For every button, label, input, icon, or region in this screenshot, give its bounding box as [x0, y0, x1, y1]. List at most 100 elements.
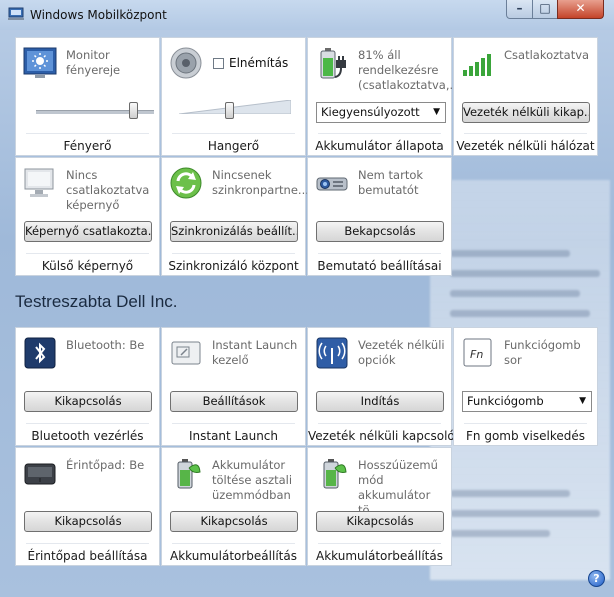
touchpad-icon	[24, 463, 56, 485]
presentation-desc: Nem tartok bemutatót	[358, 168, 424, 197]
tile-wireless-switch: Vezeték nélküli opciók Indítás Vezeték n…	[307, 327, 455, 446]
presentation-on-button[interactable]: Bekapcsolás	[316, 221, 444, 242]
touchpad-label: Érintőpad beállítása	[27, 549, 148, 563]
presentation-label: Bemutató beállításai	[317, 259, 442, 273]
wireless-label: Vezeték nélküli hálózat	[456, 139, 595, 153]
divider	[318, 543, 441, 544]
divider	[318, 253, 441, 254]
tile-brightness: Monitor fényereje Fényerő	[15, 37, 160, 156]
title-bar[interactable]: Windows Mobilközpont – □ ✕	[0, 0, 614, 30]
divider	[172, 543, 295, 544]
tile-long-life: Hosszúüzemű mód akkumulátor tö... Kikapc…	[307, 447, 452, 566]
tile-bluetooth: Bluetooth: Be Kikapcsolás Bluetooth vezé…	[15, 327, 160, 446]
bluetooth-desc: Bluetooth: Be	[66, 338, 145, 352]
volume-ramp	[179, 100, 291, 114]
chevron-down-icon: ▼	[579, 396, 586, 406]
battery-leaf-icon	[177, 459, 201, 489]
charge-desktop-label: Akkumulátorbeállítás	[170, 549, 297, 563]
divider	[26, 543, 149, 544]
display-label: Külső képernyő	[41, 259, 134, 273]
section-title: Testreszabta Dell Inc.	[15, 292, 178, 311]
divider	[172, 133, 295, 134]
tile-fn-key: Fn Funkciógomb sor Funkciógomb ▼ Fn gomb …	[453, 327, 598, 446]
divider	[172, 253, 295, 254]
wifi-switch-label: Vezeték nélküli kapcsoló	[308, 429, 455, 443]
sync-icon	[170, 167, 202, 199]
long-life-desc: Hosszúüzemű mód akkumulátor tö...	[358, 458, 438, 517]
mute-checkbox[interactable]	[213, 58, 224, 69]
charge-desktop-desc: Akkumulátor töltése asztali üzemmódban .…	[212, 458, 293, 517]
tile-external-display: Nincs csatlakoztatva képernyő Képernyő c…	[15, 157, 160, 276]
projector-icon	[316, 177, 348, 191]
power-plan-select[interactable]: Kiegyensúlyozott ▼	[316, 102, 446, 123]
fn-label: Fn gomb viselkedés	[466, 429, 585, 443]
wifi-start-button[interactable]: Indítás	[316, 391, 444, 412]
window-title: Windows Mobilközpont	[30, 8, 167, 22]
battery-leaf-icon	[323, 459, 347, 489]
tile-volume: Elnémítás Hangerő	[161, 37, 306, 156]
instant-desc: Instant Launch kezelő	[212, 338, 298, 367]
charge-desktop-off-button[interactable]: Kikapcsolás	[170, 511, 298, 532]
instant-launch-icon	[171, 341, 201, 365]
divider	[464, 423, 587, 424]
tile-instant-launch: Instant Launch kezelő Beállítások Instan…	[161, 327, 306, 446]
volume-slider-thumb[interactable]	[225, 102, 235, 119]
fn-icon-text: Fn	[470, 348, 483, 361]
instant-label: Instant Launch	[188, 429, 279, 443]
volume-label: Hangerő	[207, 139, 260, 153]
mobility-center-icon	[8, 7, 24, 20]
sync-label: Szinkronizáló központ	[168, 259, 299, 273]
fn-behavior-select[interactable]: Funkciógomb ▼	[462, 391, 592, 412]
fn-desc: Funkciógomb sor	[504, 338, 581, 367]
tile-touchpad: Érintőpad: Be Kikapcsolás Érintőpad beál…	[15, 447, 160, 566]
sync-desc: Nincsenek szinkronpartne...	[212, 168, 309, 197]
wireless-desc: Csatlakoztatva	[504, 48, 590, 62]
instant-settings-button[interactable]: Beállítások	[170, 391, 298, 412]
battery-desc: 81% áll rendelkezésre (csatlakoztatva,..…	[358, 48, 461, 92]
divider	[172, 423, 295, 424]
wireless-tower-icon	[316, 337, 348, 369]
display-desc: Nincs csatlakoztatva képernyő	[66, 168, 150, 212]
chevron-down-icon: ▼	[433, 107, 440, 117]
brightness-label: Fényerő	[63, 139, 112, 153]
close-icon: ✕	[575, 1, 586, 15]
monitor-brightness-icon	[23, 47, 57, 78]
bluetooth-label: Bluetooth vezérlés	[31, 429, 144, 443]
bluetooth-off-button[interactable]: Kikapcsolás	[24, 391, 152, 412]
brightness-desc: Monitor fényereje	[66, 48, 121, 77]
minimize-icon: –	[516, 1, 523, 15]
divider	[318, 133, 441, 134]
long-life-label: Akkumulátorbeállítás	[316, 549, 443, 563]
divider	[464, 133, 587, 134]
minimize-button[interactable]: –	[506, 0, 533, 19]
wifi-switch-desc: Vezeték nélküli opciók	[358, 338, 445, 367]
divider	[318, 423, 441, 424]
tile-charge-desktop: Akkumulátor töltése asztali üzemmódban .…	[161, 447, 306, 566]
help-button[interactable]: ?	[588, 570, 605, 587]
bluetooth-icon	[24, 337, 56, 369]
wireless-off-button[interactable]: Vezeték nélküli kikap...	[462, 102, 590, 123]
battery-label: Akkumulátor állapota	[315, 139, 444, 153]
mute-label: Elnémítás	[229, 56, 289, 70]
signal-bars-icon	[463, 54, 491, 76]
sync-settings-button[interactable]: Szinkronizálás beállít...	[170, 221, 298, 242]
close-button[interactable]: ✕	[557, 0, 604, 19]
fn-behavior-value: Funkciógomb	[467, 394, 544, 408]
maximize-button[interactable]: □	[532, 0, 558, 19]
tile-battery: 81% áll rendelkezésre (csatlakoztatva,..…	[307, 37, 461, 156]
connect-display-button[interactable]: Képernyő csatlakozta...	[24, 221, 152, 242]
tile-wireless-network: Csatlakoztatva Vezeték nélküli kikap... …	[453, 37, 598, 156]
external-monitor-icon	[24, 168, 54, 197]
speaker-icon	[170, 47, 202, 79]
divider	[26, 423, 149, 424]
touchpad-desc: Érintőpad: Be	[66, 458, 145, 472]
maximize-icon: □	[539, 1, 551, 15]
tile-sync-center: Nincsenek szinkronpartne... Szinkronizál…	[161, 157, 309, 276]
fn-key-icon: Fn	[463, 338, 492, 367]
long-life-off-button[interactable]: Kikapcsolás	[316, 511, 444, 532]
divider	[26, 253, 149, 254]
battery-plug-icon	[320, 48, 346, 79]
tile-presentation: Nem tartok bemutatót Bekapcsolás Bemutat…	[307, 157, 452, 276]
touchpad-off-button[interactable]: Kikapcsolás	[24, 511, 152, 532]
brightness-slider-thumb[interactable]	[128, 102, 138, 119]
